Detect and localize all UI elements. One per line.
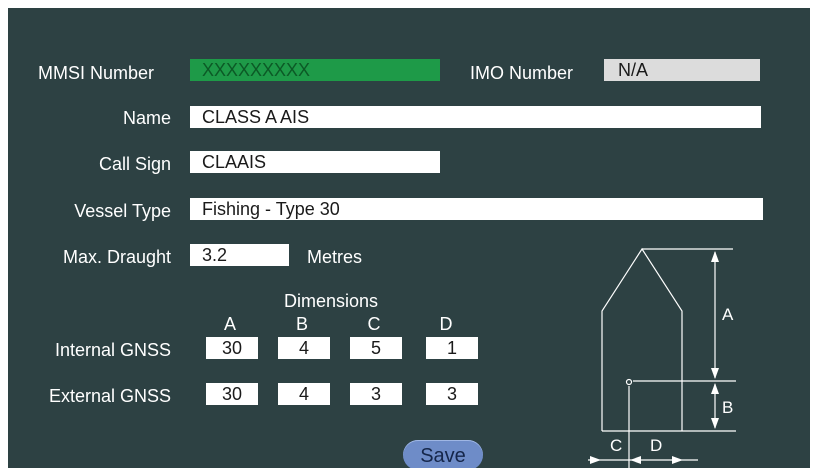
vessel-hull-outline [601, 247, 683, 431]
antenna-position-marker [625, 378, 633, 386]
diagram-label-b: B [722, 398, 733, 417]
diagram-label-d: D [650, 436, 662, 455]
diagram-label-a: A [722, 305, 734, 324]
vessel-dimension-diagram: A B C D [588, 247, 736, 468]
vessel-settings-panel: MMSI Number XXXXXXXXX IMO Number N/A Nam… [8, 8, 810, 468]
diagram-label-c: C [610, 436, 622, 455]
